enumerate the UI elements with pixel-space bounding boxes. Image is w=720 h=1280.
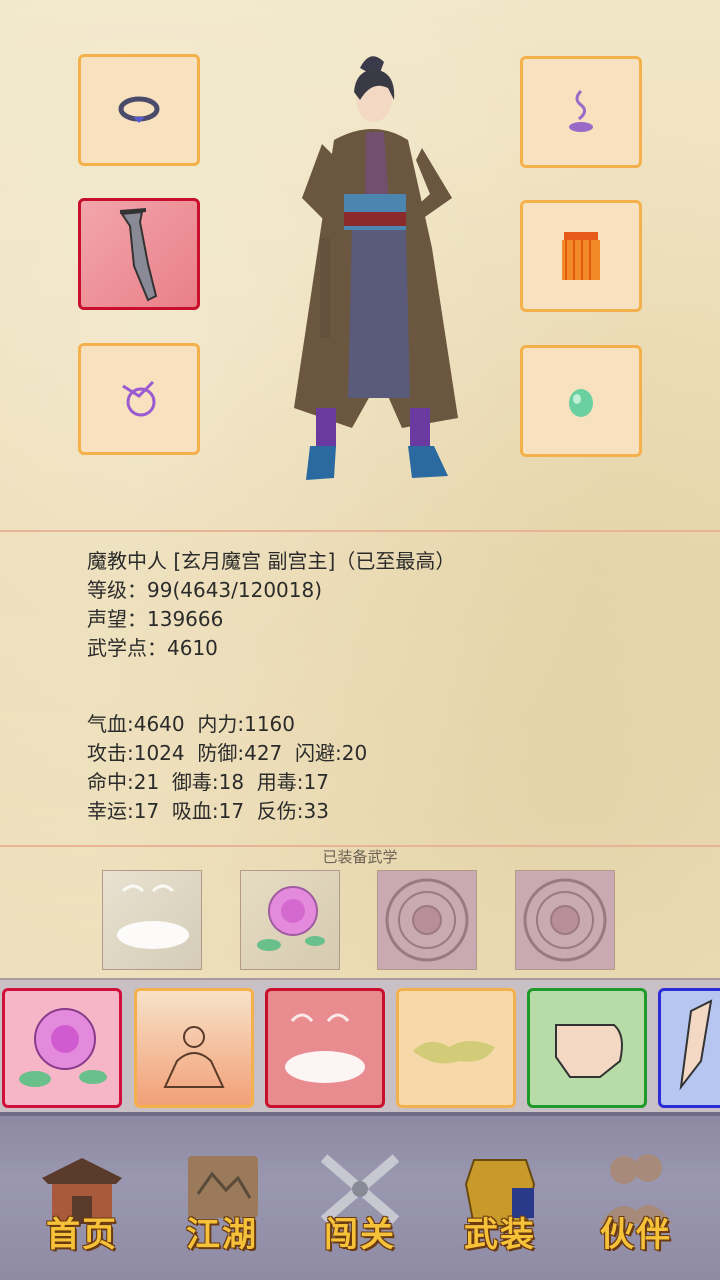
- character-level: 等级：99(4643/120018): [87, 578, 323, 602]
- moss-icon: [413, 1041, 495, 1064]
- martial-slot-empty-1[interactable]: [377, 870, 477, 970]
- character-title: 魔教中人 [玄月魔宫 副宫主]（已至最高）: [87, 549, 456, 573]
- ribbon-icon: [122, 380, 156, 417]
- nav-jianghu[interactable]: 江湖: [162, 1144, 282, 1264]
- character-martial-points: 武学点：4610: [87, 636, 218, 660]
- empty-slot-emblem-icon: [385, 878, 469, 962]
- equip-slot-armor[interactable]: [520, 200, 642, 312]
- skill-palm[interactable]: [658, 988, 720, 1108]
- tassel-icon: [562, 232, 600, 280]
- rose-icon: [19, 1008, 107, 1087]
- skill-moss[interactable]: [396, 988, 516, 1108]
- martial-slot-rose[interactable]: [240, 870, 340, 970]
- equip-slot-ring[interactable]: [78, 54, 200, 166]
- mist-scroll-icon: [117, 884, 189, 949]
- nav-partner-label: 伙伴: [600, 1215, 672, 1255]
- jade-icon: [569, 389, 593, 417]
- equip-slot-charm[interactable]: [78, 343, 200, 455]
- bottom-nav: 首页 江湖 闯关 武装 伙伴: [0, 1112, 720, 1280]
- nav-jianghu-label: 江湖: [186, 1215, 258, 1255]
- divider: [0, 530, 720, 532]
- rose-scroll-icon: [257, 886, 325, 951]
- martial-slot-empty-2[interactable]: [515, 870, 615, 970]
- bracelet-icon: [118, 96, 160, 123]
- equip-slot-incense[interactable]: [520, 56, 642, 168]
- martial-slot-mist[interactable]: [102, 870, 202, 970]
- character-stats: 气血:4640 内力:1160 攻击:1024 防御:427 闪避:20 命中:…: [87, 710, 367, 826]
- empty-slot-emblem-icon: [523, 878, 607, 962]
- nav-home[interactable]: 首页: [22, 1144, 142, 1264]
- stats-line-2: 攻击:1024 防御:427 闪避:20: [87, 741, 368, 765]
- skill-mist[interactable]: [265, 988, 385, 1108]
- nav-equipment-label: 武装: [464, 1215, 536, 1255]
- character-prestige: 声望：139666: [87, 607, 224, 631]
- fist-icon: [555, 1024, 623, 1078]
- mist-icon: [285, 1013, 365, 1083]
- skill-meditation[interactable]: [134, 988, 254, 1108]
- nav-challenge-label: 闯关: [324, 1215, 396, 1255]
- stats-line-3: 命中:21 御毒:18 用毒:17: [87, 770, 329, 794]
- stats-line-4: 幸运:17 吸血:17 反伤:33: [87, 799, 329, 823]
- smoke-icon: [569, 89, 593, 132]
- saber-icon: [119, 208, 158, 302]
- nav-challenge[interactable]: 闯关: [300, 1144, 420, 1264]
- character-portrait: [294, 56, 458, 480]
- nav-partner[interactable]: 伙伴: [576, 1144, 696, 1264]
- skill-rose[interactable]: [2, 988, 122, 1108]
- equipped-martial-title: 已装备武学: [322, 848, 398, 866]
- skill-fist[interactable]: [527, 988, 647, 1108]
- character-info: 魔教中人 [玄月魔宫 副宫主]（已至最高） 等级：99(4643/120018)…: [87, 547, 455, 663]
- nav-home-label: 首页: [46, 1215, 118, 1255]
- palm-icon: [679, 999, 713, 1091]
- equip-slot-weapon[interactable]: [78, 198, 200, 310]
- equip-slot-jade[interactable]: [520, 345, 642, 457]
- skill-bar[interactable]: [0, 978, 720, 1112]
- nav-equipment[interactable]: 武装: [440, 1144, 560, 1264]
- meditation-icon: [163, 1026, 225, 1088]
- stats-line-1: 气血:4640 内力:1160: [87, 712, 295, 736]
